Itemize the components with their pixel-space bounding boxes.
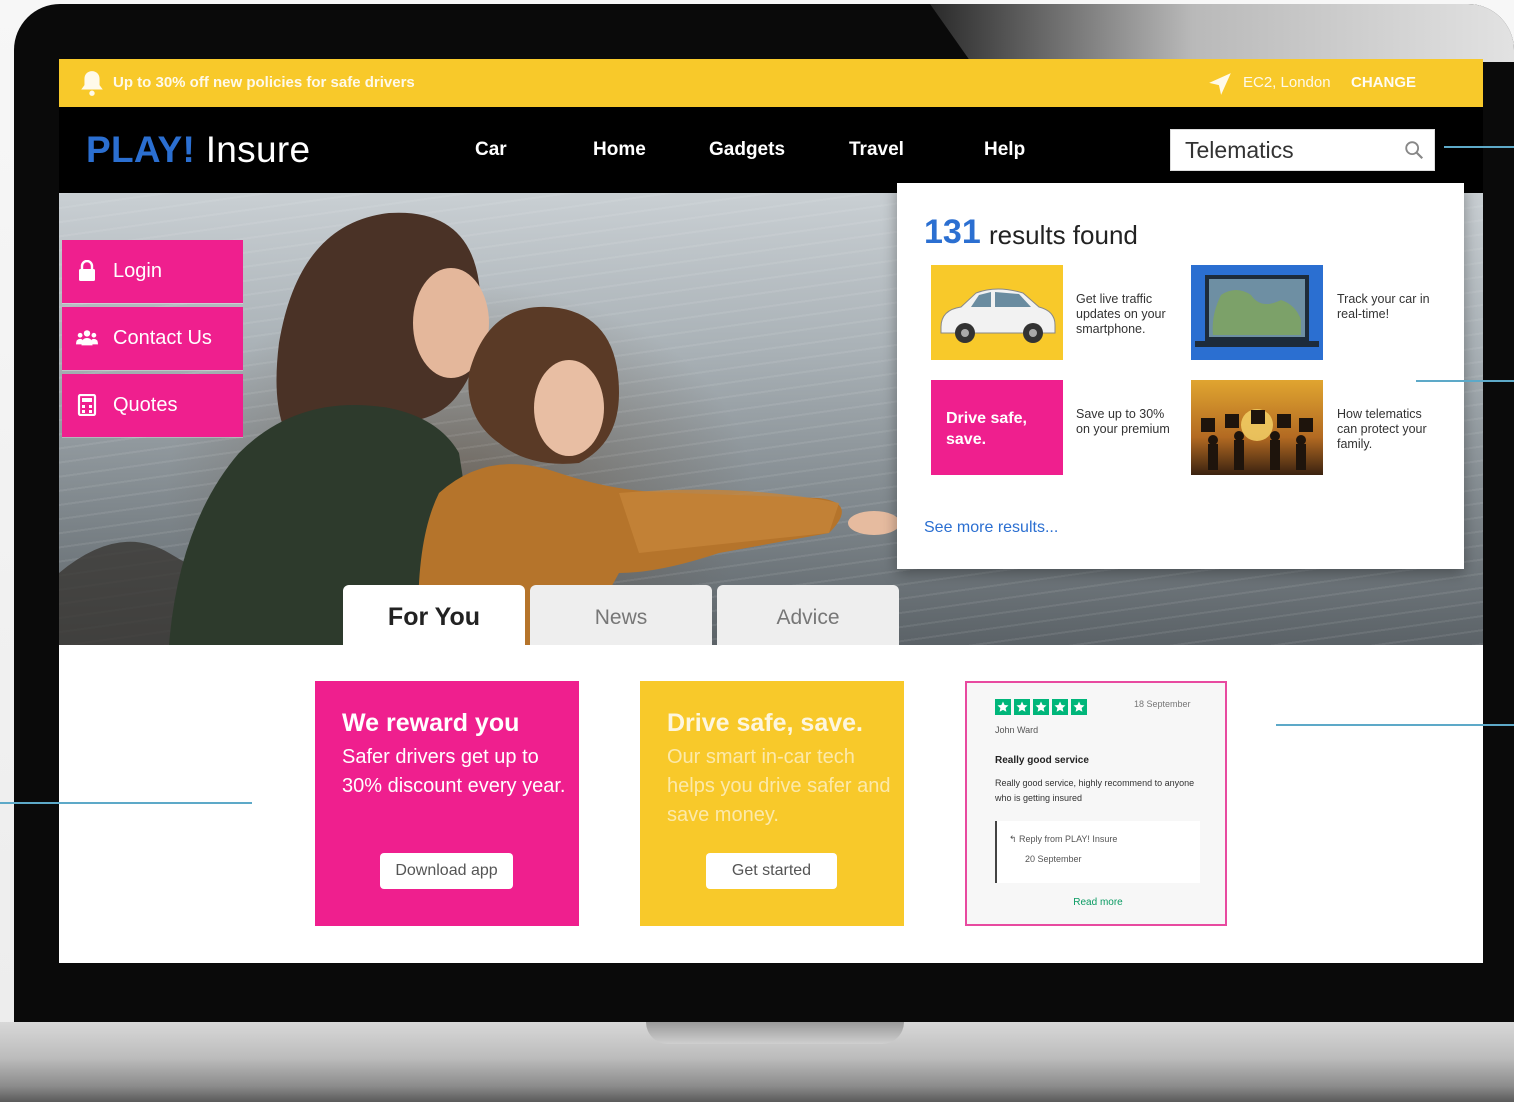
result-thumb-drive-safe[interactable]: Drive safe, save. xyxy=(931,380,1063,475)
reward-card-body: Safer drivers get up to 30% discount eve… xyxy=(342,746,566,797)
drive-card-body: Our smart in-car tech helps you drive sa… xyxy=(667,746,891,826)
nav-home[interactable]: Home xyxy=(593,139,646,161)
logo-brand: PLAY! xyxy=(86,129,196,170)
star-icon xyxy=(995,699,1011,715)
site-logo[interactable]: PLAY! Insure xyxy=(86,129,310,171)
result-thumb-car[interactable] xyxy=(931,265,1063,360)
tab-for-you-label: For You xyxy=(387,603,481,631)
tab-advice-label: Advice xyxy=(776,606,840,629)
results-count: 131 xyxy=(924,213,981,251)
review-body: Really good service, highly recommend to… xyxy=(995,778,1195,803)
callout-line-results xyxy=(1416,380,1514,382)
location-arrow-icon xyxy=(1209,73,1231,95)
reply-from-text: Reply from PLAY! Insure xyxy=(1019,834,1118,844)
calculator-icon xyxy=(77,394,97,416)
star-icon xyxy=(1014,699,1030,715)
tab-news[interactable]: News xyxy=(530,585,712,645)
callout-line-reward xyxy=(0,802,252,804)
promo-bar: Up to 30% off new policies for safe driv… xyxy=(59,59,1483,107)
tab-for-you[interactable]: For You xyxy=(343,585,525,645)
map-laptop-image xyxy=(1195,275,1319,347)
nav-gadgets[interactable]: Gadgets xyxy=(709,139,785,161)
search-input[interactable] xyxy=(1185,137,1395,163)
car-image xyxy=(940,288,1056,343)
download-app-button[interactable]: Download app xyxy=(380,853,513,889)
location-text: EC2, London xyxy=(1243,74,1331,91)
reward-card-title: We reward you xyxy=(342,709,520,737)
tab-advice[interactable]: Advice xyxy=(717,585,899,645)
website-screen: Up to 30% off new policies for safe driv… xyxy=(59,59,1483,963)
read-more-link[interactable]: Read more xyxy=(967,897,1229,908)
results-label: results found xyxy=(989,220,1138,250)
nav-travel[interactable]: Travel xyxy=(849,139,904,161)
review-card: 18 September John Ward Really good servi… xyxy=(965,681,1227,926)
drive-safe-card: Drive safe, save. Our smart in-car tech … xyxy=(640,681,904,926)
result-text-traffic[interactable]: Get live traffic updates on your smartph… xyxy=(1076,292,1181,337)
people-icon xyxy=(76,330,98,346)
result-thumb-family[interactable] xyxy=(1191,380,1323,475)
lock-icon xyxy=(79,260,95,281)
main-navbar: PLAY! Insure Car Home Gadgets Travel Hel… xyxy=(59,107,1483,193)
family-sunset-image xyxy=(1191,380,1323,475)
reviewer-name: John Ward xyxy=(995,725,1039,735)
reply-from: ↰ Reply from PLAY! Insure xyxy=(1009,834,1118,844)
search-results-dropdown: 131 results found Get live traffic updat… xyxy=(897,183,1464,569)
logo-suffix: Insure xyxy=(195,129,311,170)
reply-date: 20 September xyxy=(1025,854,1082,864)
drive-safe-tile-text: Drive safe, save. xyxy=(946,410,1027,448)
drive-card-title: Drive safe, save. xyxy=(667,709,863,737)
search-icon[interactable] xyxy=(1403,139,1425,161)
sidebar-quotes-button[interactable]: Quotes xyxy=(62,374,243,437)
result-text-family[interactable]: How telematics can protect your family. xyxy=(1337,407,1442,452)
result-text-save[interactable]: Save up to 30% on your premium xyxy=(1076,407,1181,437)
nav-car[interactable]: Car xyxy=(475,139,507,161)
screen-glare xyxy=(930,4,1514,62)
bell-icon xyxy=(81,71,103,96)
login-label: Login xyxy=(113,260,162,282)
nav-help[interactable]: Help xyxy=(984,139,1025,161)
callout-line-review xyxy=(1276,724,1514,726)
sidebar-contact-button[interactable]: Contact Us xyxy=(62,307,243,370)
review-title: Really good service xyxy=(995,755,1089,766)
star-icon xyxy=(1033,699,1049,715)
laptop-hinge-notch xyxy=(646,1022,904,1044)
search-box xyxy=(1170,129,1435,171)
get-started-button[interactable]: Get started xyxy=(706,853,837,889)
quotes-label: Quotes xyxy=(113,394,178,416)
review-date: 18 September xyxy=(1134,699,1191,709)
tab-news-label: News xyxy=(594,606,648,629)
see-more-results-link[interactable]: See more results... xyxy=(924,519,1058,537)
result-thumb-map[interactable] xyxy=(1191,265,1323,360)
contact-label: Contact Us xyxy=(113,327,212,349)
callout-line-search xyxy=(1444,146,1514,148)
review-reply: ↰ Reply from PLAY! Insure 20 September xyxy=(995,821,1200,883)
sidebar-login-button[interactable]: Login xyxy=(62,240,243,303)
result-text-track[interactable]: Track your car in real-time! xyxy=(1337,292,1442,322)
star-icon xyxy=(1071,699,1087,715)
rating-stars xyxy=(995,699,1090,720)
reward-card: We reward you Safer drivers get up to 30… xyxy=(315,681,579,926)
star-icon xyxy=(1052,699,1068,715)
promo-text: Up to 30% off new policies for safe driv… xyxy=(113,74,415,91)
location-change-link[interactable]: CHANGE xyxy=(1351,74,1416,91)
